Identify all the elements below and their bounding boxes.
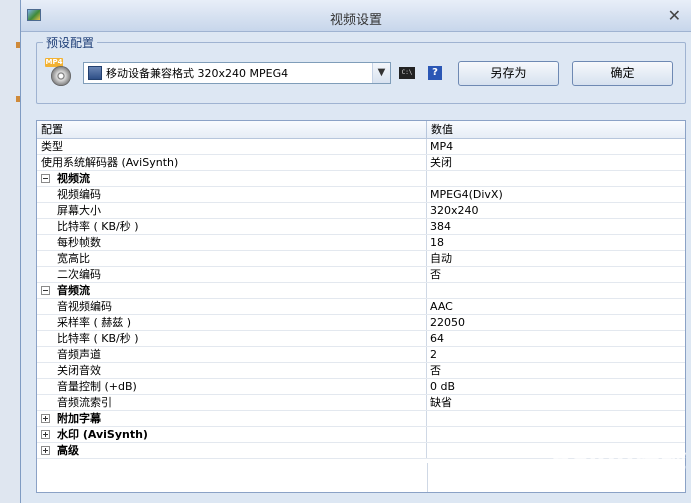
setting-value[interactable]: 否 [427, 363, 685, 378]
setting-value [427, 171, 685, 186]
group-header: 视频流 [37, 171, 427, 186]
setting-name: 类型 [37, 139, 427, 154]
grid-row[interactable]: 音频声道 2 [37, 347, 685, 363]
column-divider [427, 463, 428, 492]
group-label: 视频流 [57, 172, 90, 185]
setting-value [427, 411, 685, 426]
title-bar[interactable]: 视频设置 ✕ [21, 0, 691, 32]
setting-value[interactable]: 0 dB [427, 379, 685, 394]
collapse-icon[interactable] [41, 174, 50, 183]
setting-value[interactable]: 22050 [427, 315, 685, 330]
grid-row[interactable]: 采样率 ( 赫兹 ) 22050 [37, 315, 685, 331]
film-reel-icon [51, 66, 71, 86]
setting-value[interactable]: 2 [427, 347, 685, 362]
setting-value[interactable]: 自动 [427, 251, 685, 266]
device-icon [88, 66, 102, 80]
save-as-button[interactable]: 另存为 [458, 61, 559, 86]
setting-name: 音频流索引 [37, 395, 427, 410]
column-header-value[interactable]: 数值 [427, 121, 453, 138]
setting-value[interactable]: 64 [427, 331, 685, 346]
expand-icon[interactable] [41, 414, 50, 423]
setting-name: 宽高比 [37, 251, 427, 266]
setting-name: 采样率 ( 赫兹 ) [37, 315, 427, 330]
setting-value [427, 283, 685, 298]
setting-name: 屏幕大小 [37, 203, 427, 218]
grid-row[interactable]: 关闭音效 否 [37, 363, 685, 379]
group-row-video-stream[interactable]: 视频流 [37, 171, 685, 187]
setting-name: 音视频编码 [37, 299, 427, 314]
expand-icon[interactable] [41, 430, 50, 439]
group-header: 高级 [37, 443, 427, 458]
grid-row[interactable]: 音量控制 (+dB) 0 dB [37, 379, 685, 395]
group-label: 音频流 [57, 284, 90, 297]
grid-row[interactable]: 二次编码 否 [37, 267, 685, 283]
grid-row[interactable]: 宽高比 自动 [37, 251, 685, 267]
preset-group-label: 预设配置 [43, 34, 98, 51]
setting-value[interactable]: 18 [427, 235, 685, 250]
setting-value[interactable]: MPEG4(DivX) [427, 187, 685, 202]
video-settings-dialog: 视频设置 ✕ 预设配置 MP4 移动设备兼容格式 320x240 MPEG4 ▼… [20, 0, 691, 503]
setting-value[interactable]: 320x240 [427, 203, 685, 218]
grid-row[interactable]: 比特率 ( KB/秒 ) 64 [37, 331, 685, 347]
setting-name: 使用系统解码器 (AviSynth) [37, 155, 427, 170]
help-icon[interactable]: ? [428, 66, 442, 80]
grid-row[interactable]: 每秒帧数 18 [37, 235, 685, 251]
expand-icon[interactable] [41, 446, 50, 455]
group-label: 水印 (AviSynth) [57, 428, 148, 441]
setting-value[interactable]: 关闭 [427, 155, 685, 170]
setting-value[interactable]: AAC [427, 299, 685, 314]
grid-row[interactable]: 屏幕大小 320x240 [37, 203, 685, 219]
column-header-setting[interactable]: 配置 [37, 121, 427, 138]
setting-name: 音频声道 [37, 347, 427, 362]
mp4-format-icon: MP4 [45, 58, 73, 88]
close-icon[interactable]: ✕ [668, 6, 681, 25]
group-header: 音频流 [37, 283, 427, 298]
setting-name: 每秒帧数 [37, 235, 427, 250]
preset-dropdown-value: 移动设备兼容格式 320x240 MPEG4 [106, 67, 289, 80]
setting-value[interactable]: 384 [427, 219, 685, 234]
setting-name: 比特率 ( KB/秒 ) [37, 219, 427, 234]
grid-row[interactable]: 类型 MP4 [37, 139, 685, 155]
group-header: 附加字幕 [37, 411, 427, 426]
group-label: 附加字幕 [57, 412, 101, 425]
setting-name: 视频编码 [37, 187, 427, 202]
group-label: 高级 [57, 444, 79, 457]
setting-value[interactable]: 否 [427, 267, 685, 282]
grid-header: 配置 数值 [37, 121, 685, 139]
dialog-title: 视频设置 [329, 13, 382, 28]
command-line-icon[interactable]: C:\ [399, 67, 415, 79]
grid-row[interactable]: 音视频编码 AAC [37, 299, 685, 315]
group-header: 水印 (AviSynth) [37, 427, 427, 442]
collapse-icon[interactable] [41, 286, 50, 295]
setting-name: 音量控制 (+dB) [37, 379, 427, 394]
baidu-watermark-url: jingyan.baidu.com [573, 470, 666, 481]
grid-row[interactable]: 音频流索引 缺省 [37, 395, 685, 411]
group-row-subtitles[interactable]: 附加字幕 [37, 411, 685, 427]
grid-row[interactable]: 使用系统解码器 (AviSynth) 关闭 [37, 155, 685, 171]
setting-value[interactable]: 缺省 [427, 395, 685, 410]
setting-name: 比特率 ( KB/秒 ) [37, 331, 427, 346]
preset-dropdown[interactable]: 移动设备兼容格式 320x240 MPEG4 ▼ [83, 62, 391, 84]
setting-name: 关闭音效 [37, 363, 427, 378]
grid-row[interactable]: 比特率 ( KB/秒 ) 384 [37, 219, 685, 235]
grid-row[interactable]: 视频编码 MPEG4(DivX) [37, 187, 685, 203]
group-row-audio-stream[interactable]: 音频流 [37, 283, 685, 299]
chevron-down-icon[interactable]: ▼ [372, 63, 390, 83]
setting-name: 二次编码 [37, 267, 427, 282]
setting-value[interactable]: MP4 [427, 139, 685, 154]
ok-button[interactable]: 确定 [572, 61, 673, 86]
